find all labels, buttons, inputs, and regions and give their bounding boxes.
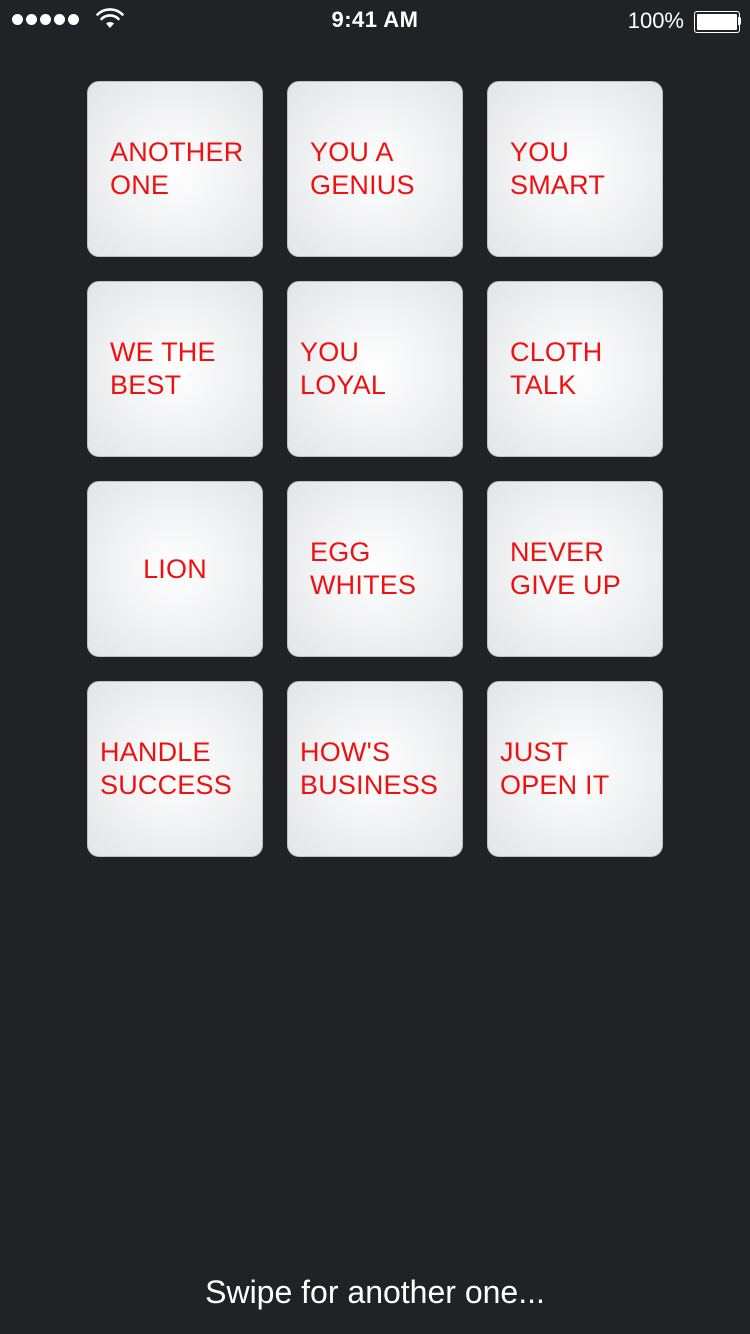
tile-cloth-talk[interactable]: CLOTH TALK (487, 281, 663, 457)
tile-label: ANOTHER ONE (110, 137, 244, 200)
tile-never-give-up[interactable]: NEVER GIVE UP (487, 481, 663, 657)
battery-percentage: 100% (627, 8, 684, 33)
tile-egg-whites[interactable]: EGG WHITES (287, 481, 463, 657)
tile-you-smart[interactable]: YOU SMART (487, 81, 663, 257)
battery-icon (694, 11, 741, 33)
tile-you-loyal[interactable]: YOU LOYAL (287, 281, 463, 457)
tile-hows-business[interactable]: HOW'S BUSINESS (287, 681, 463, 857)
swipe-hint: Swipe for another one... (205, 1274, 545, 1310)
tile-just-open-it[interactable]: JUST OPEN IT (487, 681, 663, 857)
tile-label: YOU LOYAL (300, 337, 387, 400)
status-bar: 9:41 AM 100% (0, 0, 750, 40)
tile-label: EGG WHITES (310, 537, 417, 600)
tile-another-one[interactable]: ANOTHER ONE (87, 81, 263, 257)
tile-label: HANDLE SUCCESS (100, 737, 232, 800)
tile-label: YOU A GENIUS (310, 137, 415, 200)
tile-label: WE THE BEST (110, 337, 216, 400)
tile-label: NEVER GIVE UP (510, 537, 621, 600)
tile-label: CLOTH TALK (510, 337, 603, 400)
tile-label: LION (143, 553, 207, 584)
tile-lion[interactable]: LION (87, 481, 263, 657)
tile-handle-success[interactable]: HANDLE SUCCESS (87, 681, 263, 857)
tile-label: JUST OPEN IT (500, 737, 610, 800)
tile-you-a-genius[interactable]: YOU A GENIUS (287, 81, 463, 257)
tile-label: HOW'S BUSINESS (300, 737, 439, 800)
tile-label: YOU SMART (510, 137, 606, 200)
tile-we-the-best[interactable]: WE THE BEST (87, 281, 263, 457)
soundboard-grid: ANOTHER ONE YOU A GENIUS YOU SMART WE TH… (87, 81, 663, 857)
